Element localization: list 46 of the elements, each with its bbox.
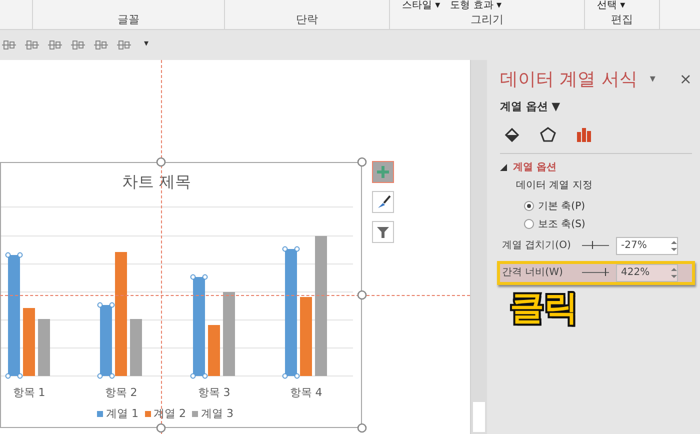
- category-label: 항목 2: [104, 385, 138, 401]
- chart-area[interactable]: 차트 제목 항목 1 항목 2 항목 3 항목 4 계열 1 계열 2 계열 3: [0, 162, 362, 428]
- spin-arrows-icon: [671, 240, 677, 252]
- radio-button[interactable]: [524, 219, 534, 229]
- selected-bar[interactable]: [190, 274, 208, 379]
- chart-filter-button[interactable]: [372, 221, 394, 243]
- paint-bucket-icon: [503, 126, 521, 144]
- spinner-label: 계열 겹치기(O): [502, 239, 572, 253]
- ribbon-command[interactable]: 스타일 ▾: [402, 0, 440, 12]
- series-options-dropdown[interactable]: 계열 옵션 ▼: [500, 99, 692, 116]
- selected-bar[interactable]: [282, 246, 300, 379]
- pane-menu-button[interactable]: ▾: [650, 71, 656, 88]
- callout-text: 클릭: [510, 290, 578, 324]
- spinner-field[interactable]: -27%: [616, 236, 678, 254]
- ribbon-group-label: 편집: [611, 12, 633, 28]
- category-label: 항목 4: [288, 385, 324, 401]
- ribbon-group-label: 단락: [296, 12, 318, 28]
- chart-style-button[interactable]: [372, 191, 394, 213]
- selected-bar[interactable]: [97, 302, 115, 379]
- radio-label: 기본 축(P): [538, 200, 586, 214]
- section-label: 데이터 계열 지정: [516, 178, 594, 192]
- radio-label: 보조 축(S): [538, 218, 586, 232]
- pane-title: 데이터 계열 서식: [500, 68, 638, 92]
- spin-arrows-icon: [671, 266, 677, 278]
- pentagon-icon: [539, 126, 557, 144]
- ribbon-group-label: 글꼴: [118, 12, 140, 28]
- spinner-field[interactable]: 422%: [616, 264, 678, 282]
- category-label: 항목 3: [196, 385, 232, 401]
- ribbon-command[interactable]: 도형 효과 ▾: [450, 0, 502, 12]
- section-title[interactable]: 계열 옵션: [513, 160, 556, 174]
- radio-button[interactable]: [524, 201, 534, 211]
- ribbon-group-label: 그리기: [470, 12, 504, 28]
- legend-label: 계열 2: [154, 406, 186, 422]
- category-label: 항목 1: [12, 385, 46, 401]
- plus-icon: [374, 163, 392, 181]
- spinner-label: 간격 너비(W): [502, 266, 564, 280]
- ribbon-command[interactable]: 선택 ▾: [597, 0, 626, 12]
- overflow-button[interactable]: ▾: [144, 38, 149, 52]
- close-button[interactable]: ×: [679, 68, 692, 91]
- chart-title: 차트 제목: [122, 171, 192, 193]
- collapse-icon[interactable]: [500, 164, 507, 170]
- legend-label: 계열 1: [106, 406, 138, 422]
- scrollbar[interactable]: [470, 60, 487, 434]
- legend-label: 계열 3: [201, 406, 234, 422]
- selected-bar[interactable]: [5, 252, 23, 379]
- bar-chart-icon: [575, 126, 593, 144]
